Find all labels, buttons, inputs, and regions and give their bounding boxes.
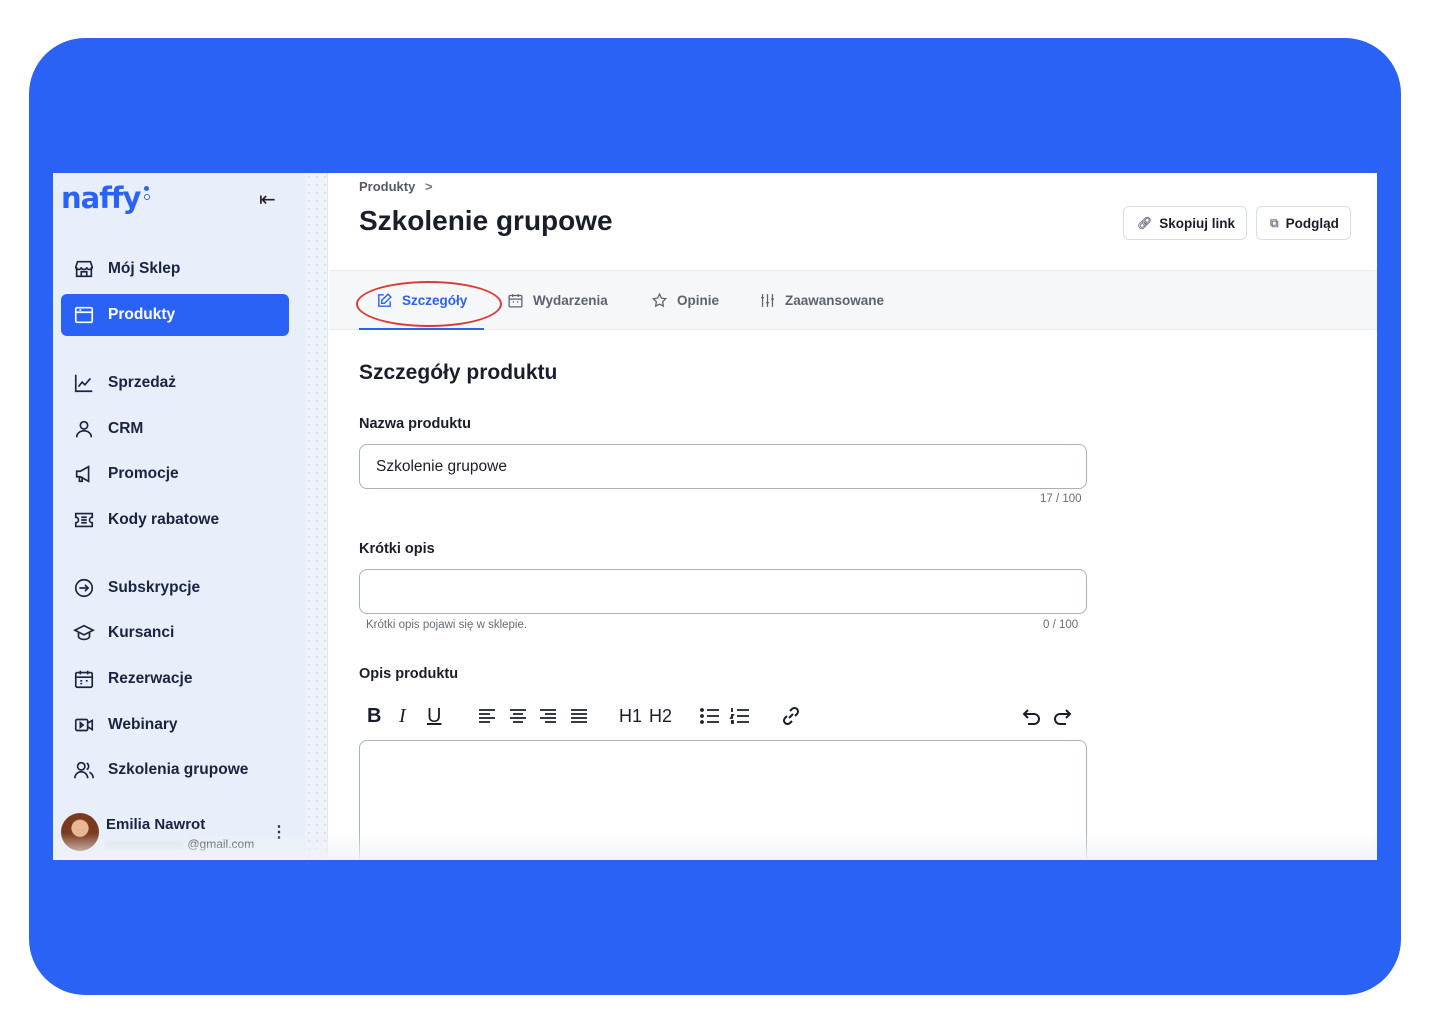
page-title: Szkolenie grupowe: [359, 205, 613, 236]
app-window: naffy ⇤ Mój Sklep Produkty Sprzedaż CRM …: [53, 173, 1377, 860]
link-icon: 🔗︎: [1137, 216, 1153, 230]
star-icon: [651, 292, 668, 307]
underline-button[interactable]: U: [427, 701, 441, 731]
user-email: @gmail.com: [106, 837, 254, 851]
short-description-hint: Krótki opis pojawi się w sklepie.: [366, 619, 528, 631]
sidebar-item-rezerwacje[interactable]: Rezerwacje: [61, 658, 289, 700]
users-icon: [74, 761, 94, 779]
preview-button[interactable]: ⧉ Podgląd: [1256, 206, 1351, 240]
product-name-counter: 17 / 100: [1040, 493, 1082, 505]
preview-label: Podgląd: [1285, 215, 1339, 231]
align-right-icon[interactable]: [537, 701, 559, 731]
sidebar-item-subskrypcje[interactable]: Subskrypcje: [61, 567, 289, 609]
store-icon: [74, 260, 94, 278]
sidebar: naffy ⇤ Mój Sklep Produkty Sprzedaż CRM …: [53, 173, 305, 860]
product-description-label: Opis produktu: [359, 666, 459, 682]
main-content: Produkty > Szkolenie grupowe 🔗︎ Skopiuj …: [329, 173, 1377, 860]
sidebar-item-sprzedaz[interactable]: Sprzedaż: [61, 362, 289, 404]
sidebar-item-label: Promocje: [108, 465, 179, 482]
logo-dots: [144, 186, 152, 203]
italic-button[interactable]: I: [399, 701, 406, 731]
short-description-input[interactable]: [359, 569, 1087, 614]
tab-wydarzenia[interactable]: Wydarzenia: [507, 271, 608, 329]
sidebar-item-moj-sklep[interactable]: Mój Sklep: [61, 248, 289, 290]
copy-link-label: Skopiuj link: [1159, 215, 1235, 231]
user-icon: [75, 420, 93, 438]
sidebar-item-label: Subskrypcje: [108, 579, 201, 596]
user-name: Emilia Nawrot: [106, 816, 206, 833]
section-title: Szczegóły produktu: [359, 361, 558, 384]
collapse-left-icon[interactable]: ⇤: [259, 187, 276, 211]
align-left-icon[interactable]: [476, 701, 498, 731]
graduation-cap-icon: [73, 624, 95, 641]
short-description-counter: 0 / 100: [1043, 619, 1079, 631]
tab-opinie[interactable]: Opinie: [651, 271, 719, 329]
annotation-circle: [356, 281, 502, 327]
calendar-icon: [74, 670, 94, 689]
subscription-icon: [74, 578, 94, 598]
sidebar-item-kody-rabatowe[interactable]: Kody rabatowe: [61, 499, 289, 541]
tab-label: Wydarzenia: [533, 292, 608, 308]
tab-label: Zaawansowane: [785, 292, 885, 308]
sidebar-item-szkolenia-grupowe[interactable]: Szkolenia grupowe: [61, 749, 289, 791]
breadcrumb-produkty[interactable]: Produkty: [359, 179, 415, 194]
short-description-label: Krótki opis: [359, 541, 435, 557]
chevron-right-icon: >: [424, 179, 433, 194]
bullet-list-icon[interactable]: [699, 701, 721, 731]
redo-icon[interactable]: [1051, 701, 1073, 731]
copy-link-button[interactable]: 🔗︎ Skopiuj link: [1123, 206, 1247, 240]
avatar: [61, 813, 99, 851]
breadcrumb: Produkty >: [359, 179, 433, 194]
heading2-button[interactable]: H2: [649, 701, 672, 731]
megaphone-icon: [75, 465, 90, 483]
sidebar-item-label: Rezerwacje: [108, 670, 193, 687]
sidebar-item-label: Webinary: [108, 716, 178, 733]
align-justify-icon[interactable]: [568, 701, 590, 731]
video-icon: [74, 718, 94, 732]
product-name-input[interactable]: [359, 444, 1087, 489]
product-name-label: Nazwa produktu: [359, 416, 471, 432]
sidebar-divider: [305, 173, 328, 860]
editor-toolbar: B I U H1 H2: [359, 701, 1087, 731]
kebab-menu-icon[interactable]: ⋮: [271, 822, 287, 842]
user-email-suffix: @gmail.com: [187, 837, 255, 851]
sidebar-item-crm[interactable]: CRM: [61, 408, 289, 450]
external-link-icon: ⧉: [1270, 215, 1279, 230]
description-editor[interactable]: [359, 740, 1087, 860]
heading1-label: H1: [619, 705, 643, 726]
brand-logo[interactable]: naffy: [61, 181, 141, 215]
sidebar-item-label: Kody rabatowe: [108, 511, 220, 528]
tab-label: Opinie: [677, 292, 720, 308]
sidebar-item-kursanci[interactable]: Kursanci: [61, 612, 289, 654]
coupon-icon: [74, 512, 94, 528]
bold-button[interactable]: B: [367, 701, 381, 731]
sidebar-item-label: Produkty: [108, 306, 176, 323]
sidebar-item-promocje[interactable]: Promocje: [61, 453, 289, 495]
link-icon[interactable]: [779, 701, 803, 731]
sidebar-item-label: Mój Sklep: [108, 260, 181, 277]
chart-line-icon: [74, 374, 93, 393]
sidebar-item-label: Szkolenia grupowe: [108, 761, 249, 778]
sidebar-item-label: Sprzedaż: [108, 374, 177, 391]
sidebar-item-label: CRM: [108, 420, 144, 437]
align-center-icon[interactable]: [507, 701, 529, 731]
user-profile[interactable]: Emilia Nawrot @gmail.com ⋮: [61, 811, 291, 855]
calendar-icon: [508, 293, 523, 308]
undo-icon[interactable]: [1021, 701, 1043, 731]
heading2-label: H2: [649, 705, 673, 726]
tab-zaawansowane[interactable]: Zaawansowane: [759, 271, 884, 329]
sliders-icon: [761, 293, 774, 307]
sidebar-item-label: Kursanci: [108, 624, 175, 641]
heading1-button[interactable]: H1: [619, 701, 642, 731]
numbered-list-icon[interactable]: [729, 701, 751, 731]
sidebar-item-webinary[interactable]: Webinary: [61, 704, 289, 746]
sidebar-item-produkty[interactable]: Produkty: [61, 294, 289, 336]
box-icon: [74, 306, 94, 324]
